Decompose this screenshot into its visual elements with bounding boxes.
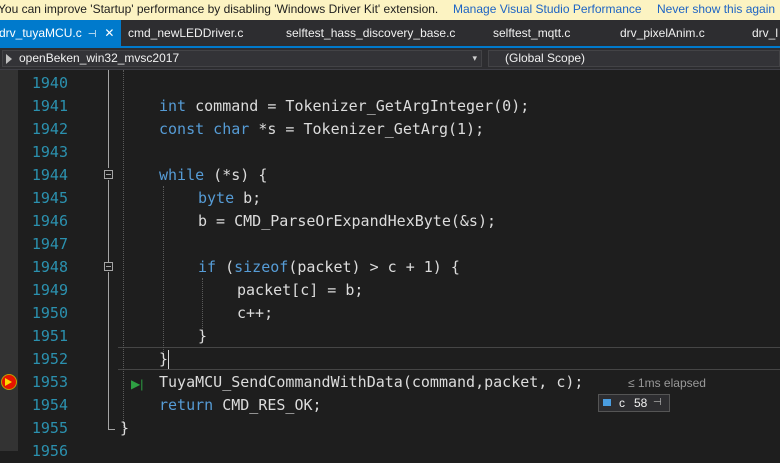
tab-label: selftest_hass_discovery_base.c: [286, 26, 456, 40]
code-line: const char *s = Tokenizer_GetArg(1);: [159, 120, 485, 138]
tab-label: cmd_newLEDDriver.c: [128, 26, 244, 40]
data-tip-variable: c: [619, 396, 625, 410]
outline-line: [108, 272, 109, 430]
text-caret: [168, 350, 169, 369]
run-to-click-icon[interactable]: ▶|: [131, 377, 143, 391]
breakpoint-current-statement-icon[interactable]: [1, 374, 17, 390]
tab-label: drv_tuyaMCU.c: [0, 26, 82, 40]
code-line: c++;: [237, 304, 274, 322]
line-number: 1940: [31, 74, 68, 92]
code-line: }: [159, 350, 169, 368]
collapse-icon[interactable]: [104, 262, 113, 271]
line-number: 1942: [31, 120, 68, 138]
code-line: byte b;: [198, 189, 262, 207]
never-show-again-link[interactable]: Never show this again: [657, 0, 775, 19]
project-name: openBeken_win32_mvsc2017: [19, 51, 180, 65]
data-tip[interactable]: c 58 ⊣: [598, 394, 670, 412]
line-number: 1948: [31, 258, 68, 276]
scope-dropdown[interactable]: (Global Scope): [488, 50, 780, 67]
tab-drv-tuyamcu[interactable]: drv_tuyaMCU.c ⊣ ✕: [0, 20, 121, 46]
perf-tip-elapsed: ≤ 1ms elapsed: [628, 376, 706, 390]
line-number: 1955: [31, 419, 68, 437]
code-line: }: [120, 419, 130, 437]
tab-cmd-newleddriver[interactable]: cmd_newLEDDriver.c: [128, 20, 243, 46]
tab-label: drv_l: [752, 26, 779, 40]
line-number: 1949: [31, 281, 68, 299]
line-number: 1954: [31, 396, 68, 414]
code-line: int command = Tokenizer_GetArgInteger(0)…: [159, 97, 530, 115]
line-number: 1946: [31, 212, 68, 230]
code-line: TuyaMCU_SendCommandWithData(command,pack…: [159, 373, 584, 391]
data-tip-value[interactable]: 58: [634, 395, 647, 411]
code-line: return CMD_RES_OK;: [159, 396, 322, 414]
outline-line: [108, 70, 109, 168]
line-number: 1944: [31, 166, 68, 184]
navigation-bar: openBeken_win32_mvsc2017 ▾ (Global Scope…: [0, 48, 780, 70]
close-icon[interactable]: ✕: [104, 20, 114, 46]
line-number: 1947: [31, 235, 68, 253]
line-number: 1950: [31, 304, 68, 322]
document-tab-bar: drv_tuyaMCU.c ⊣ ✕ cmd_newLEDDriver.c selft…: [0, 20, 780, 48]
info-message: You can improve 'Startup' performance by…: [0, 2, 439, 16]
manage-performance-link[interactable]: Manage Visual Studio Performance: [453, 0, 642, 19]
line-number: 1951: [31, 327, 68, 345]
variable-icon: [603, 399, 611, 406]
code-line: while (*s) {: [159, 166, 268, 184]
project-dropdown[interactable]: openBeken_win32_mvsc2017 ▾: [2, 50, 482, 67]
collapse-icon[interactable]: [104, 170, 113, 179]
code-line: }: [198, 327, 208, 345]
code-line: packet[c] = b;: [237, 281, 364, 299]
tab-selftest-mqtt[interactable]: selftest_mqtt.c: [493, 20, 570, 46]
line-number: 1952: [31, 350, 68, 368]
code-line: if (sizeof(packet) > c + 1) {: [198, 258, 460, 276]
indent-guide: [163, 186, 164, 354]
line-number: 1945: [31, 189, 68, 207]
outline-line: [108, 180, 109, 262]
tab-drv-pixelanim[interactable]: drv_pixelAnim.c: [620, 20, 705, 46]
current-line-highlight: [118, 347, 780, 370]
project-icon: [6, 54, 12, 64]
line-number: 1941: [31, 97, 68, 115]
chevron-down-icon: ▾: [472, 53, 477, 63]
pin-icon[interactable]: ⊣: [653, 395, 662, 411]
tab-label: selftest_mqtt.c: [493, 26, 571, 40]
indent-guide: [123, 70, 124, 430]
code-editor[interactable]: 1940 1941 1942 1943 1944 1945 1946 1947 …: [0, 70, 780, 460]
line-number: 1956: [31, 442, 68, 460]
tab-label: drv_pixelAnim.c: [620, 26, 705, 40]
glyph-margin[interactable]: [0, 70, 18, 451]
tab-selftest-hass-discovery-base[interactable]: selftest_hass_discovery_base.c: [286, 20, 455, 46]
info-bar: You can improve 'Startup' performance by…: [0, 0, 780, 20]
line-number: 1953: [31, 373, 68, 391]
code-line: b = CMD_ParseOrExpandHexByte(&s);: [198, 212, 497, 230]
pin-icon[interactable]: ⊣: [88, 22, 97, 48]
outline-end: [108, 429, 115, 430]
tab-drv-l[interactable]: drv_l: [752, 20, 778, 46]
scope-name: (Global Scope): [505, 51, 586, 65]
line-number: 1943: [31, 143, 68, 161]
